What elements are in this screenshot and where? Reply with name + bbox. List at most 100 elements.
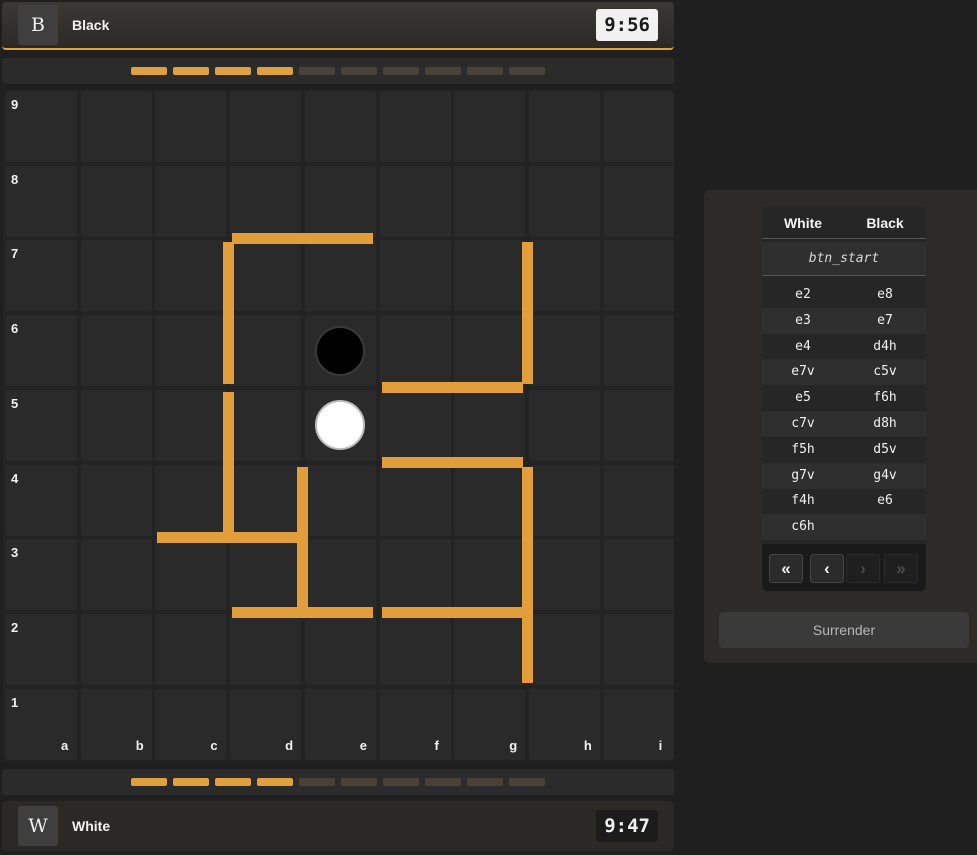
board-square-h8[interactable] [528,165,600,237]
board-square-g2[interactable] [454,613,526,685]
board-square-b6[interactable] [80,315,152,387]
board-square-f3[interactable] [379,539,451,611]
black-move[interactable]: f6h [844,390,926,405]
white-move[interactable]: f4h [762,493,844,508]
board-square-e9[interactable] [304,91,376,162]
white-move[interactable]: e4 [762,339,844,354]
board-square-d3[interactable] [230,539,302,611]
board-square-g7[interactable] [454,240,526,312]
board-square-g9[interactable] [454,91,526,162]
board-square-g4[interactable] [454,464,526,536]
board-square-i6[interactable] [603,315,674,387]
white-column-header: White [783,215,823,231]
board-square-h9[interactable] [528,91,600,162]
board-square-f1[interactable] [379,688,451,760]
board-square-c9[interactable] [155,91,227,162]
board-square-h7[interactable] [528,240,600,312]
board-square-b3[interactable] [80,539,152,611]
white-clock: 9:47 [596,810,658,842]
board-square-d4[interactable] [230,464,302,536]
board-square-c5[interactable] [155,389,227,461]
game-board[interactable]: 9 8 7 6 5 4 3 2 1 a b c d e f g h i [3,90,674,762]
board-square-c8[interactable] [155,165,227,237]
board-square-b4[interactable] [80,464,152,536]
prev-move-button[interactable]: ‹ [810,554,844,583]
black-move[interactable]: c5v [844,364,926,379]
board-square-b7[interactable] [80,240,152,312]
wall-f5h [381,457,523,469]
white-move[interactable]: f5h [762,442,844,457]
board-square-c4[interactable] [155,464,227,536]
board-square-h4[interactable] [528,464,600,536]
first-move-button[interactable]: « [769,554,803,583]
board-square-h6[interactable] [528,315,600,387]
board-square-e2[interactable] [304,613,376,685]
black-move[interactable]: g4v [844,468,926,483]
black-move[interactable]: e8 [844,287,926,302]
board-square-b2[interactable] [80,613,152,685]
board-square-b9[interactable] [80,91,152,162]
black-pawn[interactable] [315,325,366,376]
board-square-e7[interactable] [304,240,376,312]
board-square-e4[interactable] [304,464,376,536]
board-square-f7[interactable] [379,240,451,312]
board-square-i4[interactable] [603,464,674,536]
board-square-f2[interactable] [379,613,451,685]
board-square-g3[interactable] [454,539,526,611]
board-square-i2[interactable] [603,613,674,685]
board-square-d7[interactable] [230,240,302,312]
board-square-b8[interactable] [80,165,152,237]
board-square-d5[interactable] [230,389,302,461]
board-square-i8[interactable] [603,165,674,237]
black-move[interactable]: d8h [844,416,926,431]
board-square-i5[interactable] [603,389,674,461]
board-square-f6[interactable] [379,315,451,387]
board-square-f5[interactable] [379,389,451,461]
board-square-i1[interactable] [603,688,674,760]
board-square-f8[interactable] [379,165,451,237]
board-square-d6[interactable] [230,315,302,387]
board-square-f9[interactable] [379,91,451,162]
white-move[interactable]: g7v [762,468,844,483]
board-square-g5[interactable] [454,389,526,461]
move-row: g7v g4v [762,462,926,489]
board-square-c6[interactable] [155,315,227,387]
board-square-h5[interactable] [528,389,600,461]
white-move[interactable]: c6h [762,519,844,534]
start-button[interactable]: btn_start [762,242,926,276]
white-move[interactable]: e3 [762,313,844,328]
move-navigation: « ‹ › » [762,544,926,591]
board-square-g6[interactable] [454,315,526,387]
board-square-b5[interactable] [80,389,152,461]
black-move[interactable]: e6 [844,493,926,508]
black-move[interactable]: d5v [844,442,926,457]
board-square-h3[interactable] [528,539,600,611]
white-move[interactable]: e7v [762,364,844,379]
board-square-i3[interactable] [603,539,674,611]
board-square-d9[interactable] [230,91,302,162]
wall-counter-pip [131,67,167,75]
board-square-i9[interactable] [603,91,674,162]
surrender-button[interactable]: Surrender [719,612,969,648]
board-square-c2[interactable] [155,613,227,685]
board-square-g8[interactable] [454,165,526,237]
white-move[interactable]: e2 [762,287,844,302]
last-move-button[interactable]: » [884,554,918,583]
board-square-f4[interactable] [379,464,451,536]
board-square-e8[interactable] [304,165,376,237]
move-row: c6h [762,514,926,541]
board-square-i7[interactable] [603,240,674,312]
white-move[interactable]: e5 [762,390,844,405]
white-move[interactable]: c7v [762,416,844,431]
board-square-h2[interactable] [528,613,600,685]
board-square-e3[interactable] [304,539,376,611]
white-player-bar: W White 9:47 [2,801,674,851]
black-move[interactable]: e7 [844,313,926,328]
rank-label: 7 [11,246,19,262]
next-move-button[interactable]: › [846,554,880,583]
board-square-d2[interactable] [230,613,302,685]
board-square-d8[interactable] [230,165,302,237]
board-square-c3[interactable] [155,539,227,611]
black-move[interactable]: d4h [844,339,926,354]
board-square-c7[interactable] [155,240,227,312]
